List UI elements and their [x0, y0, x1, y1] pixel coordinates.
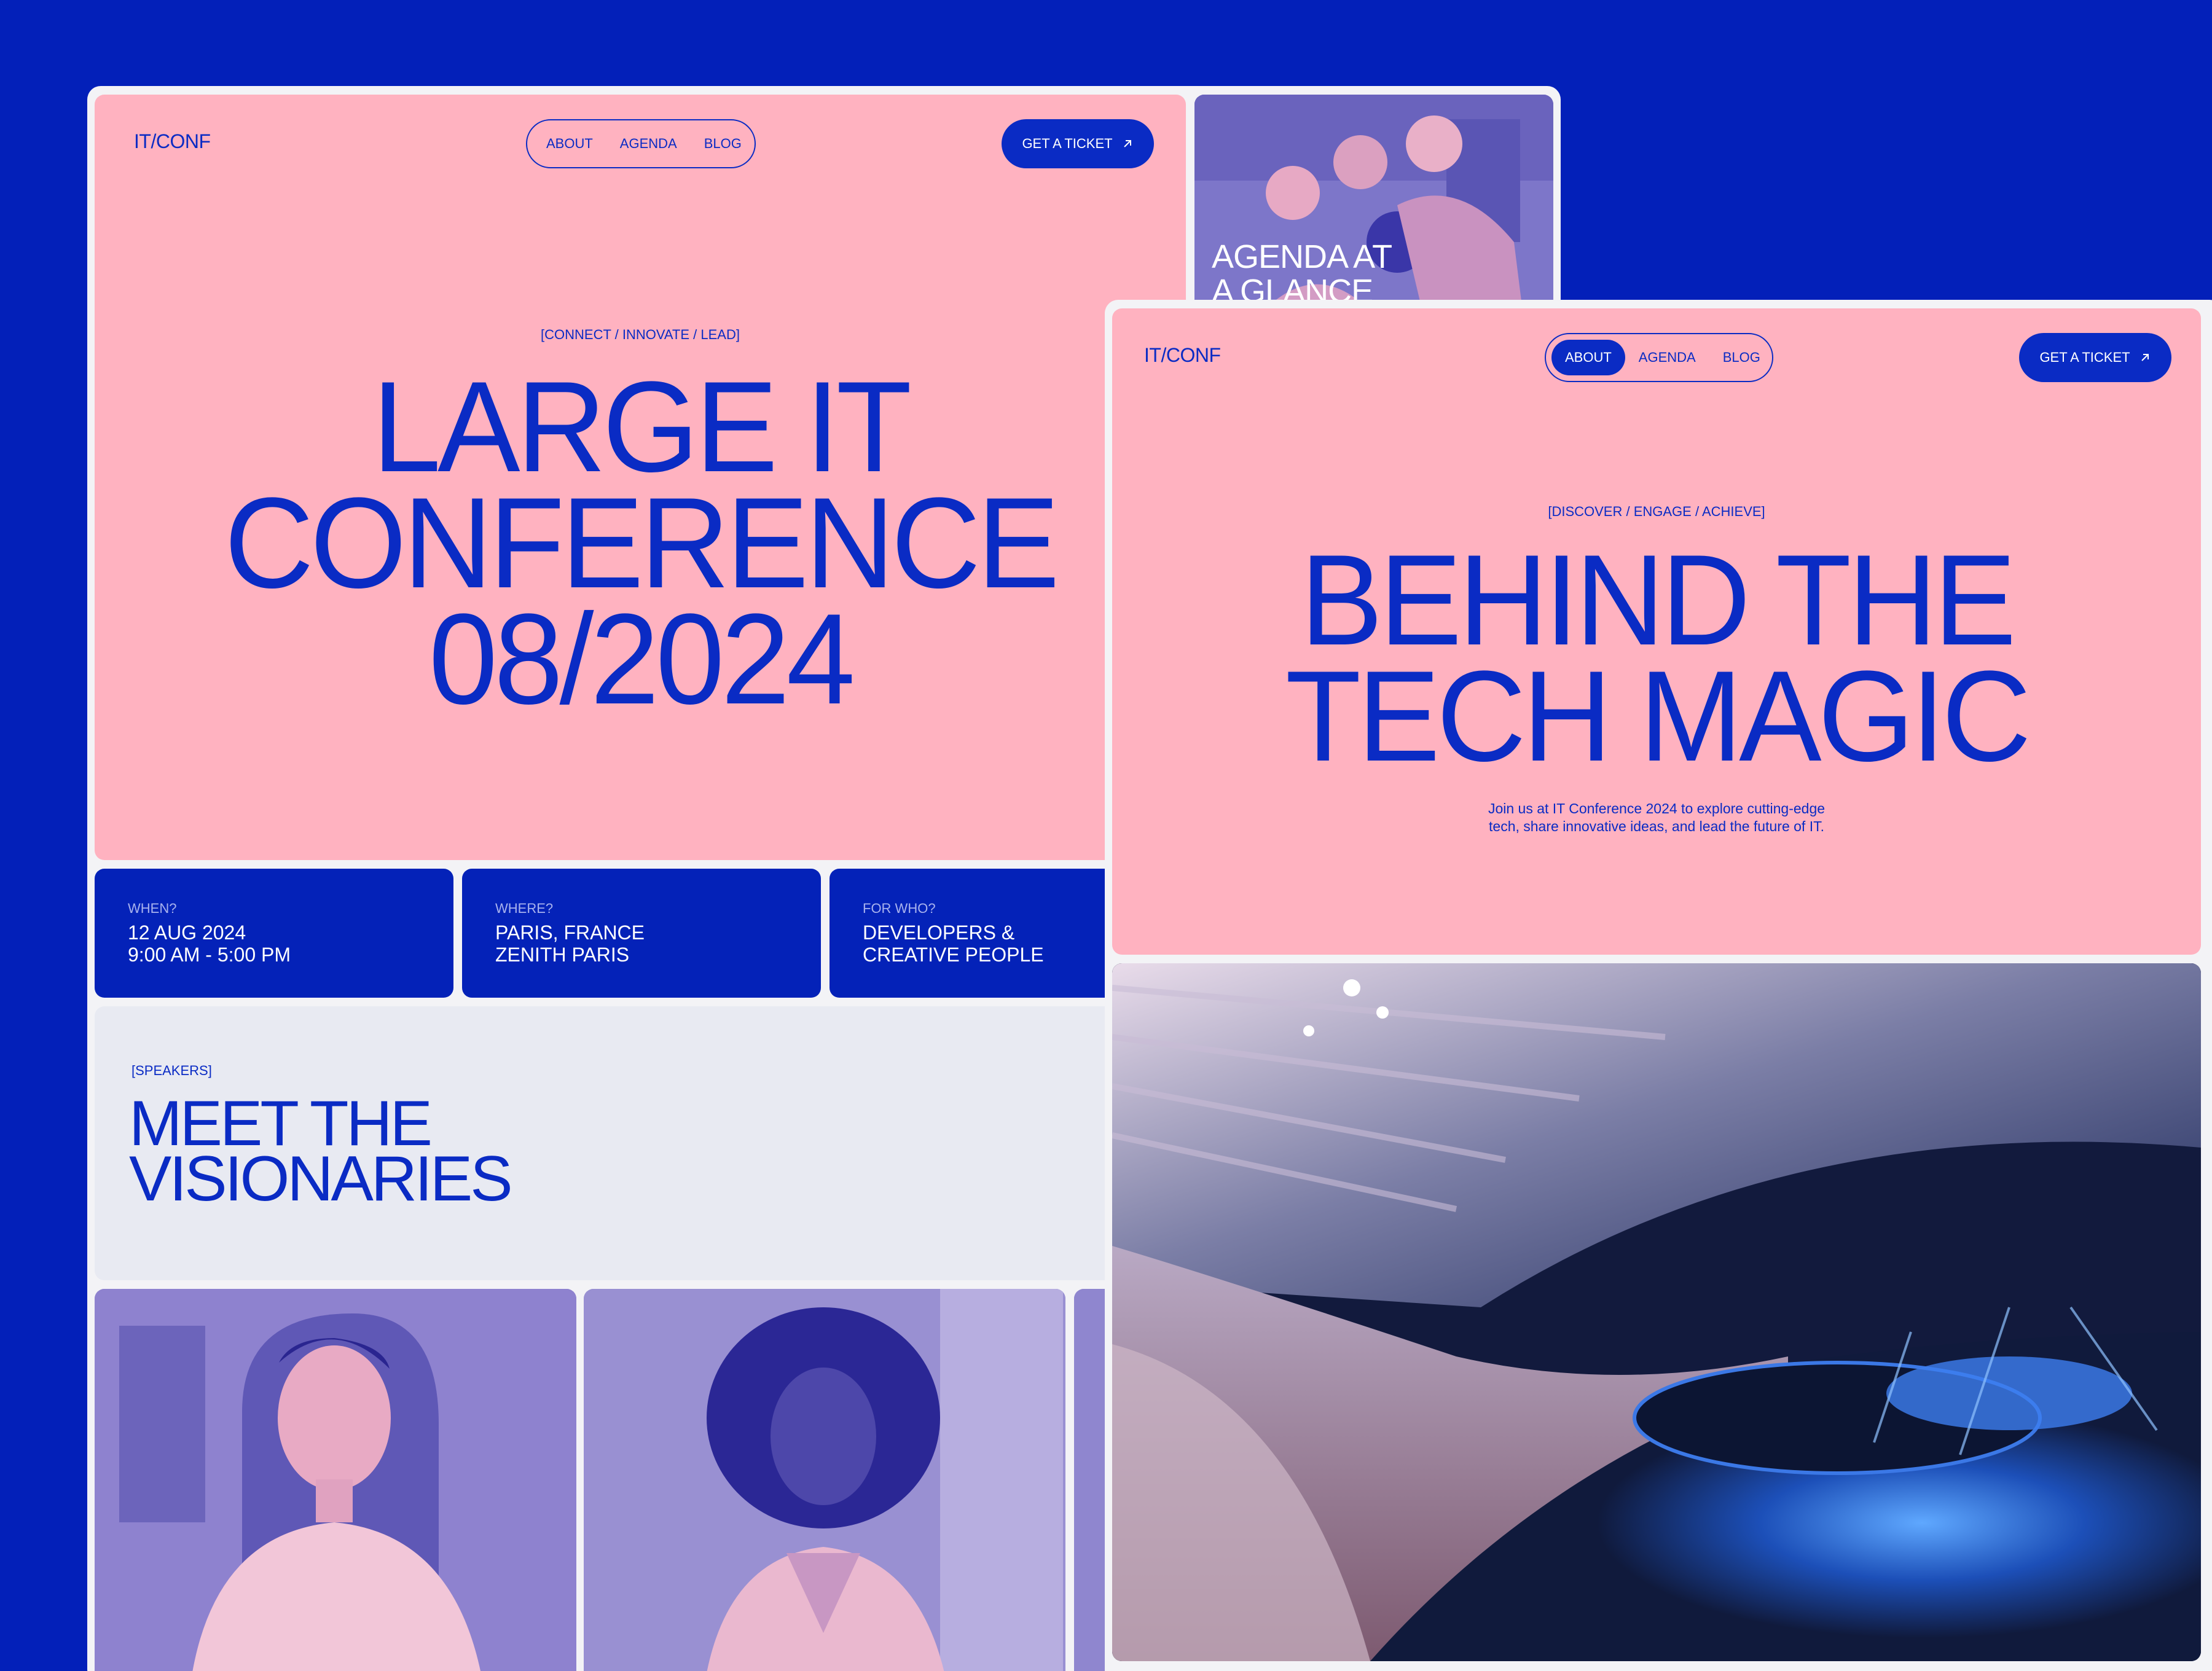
- where-label: WHERE?: [495, 901, 554, 916]
- hero-tagline-b: [DISCOVER / ENGAGE / ACHIEVE]: [1548, 504, 1765, 519]
- audience-line-2: CREATIVE PEOPLE: [863, 944, 1044, 966]
- speaker-portrait-1: [95, 1289, 576, 1671]
- info-card-where: WHERE? PARIS, FRANCE ZENITH PARIS: [462, 869, 821, 998]
- where-venue: ZENITH PARIS: [495, 944, 630, 966]
- nav-blog-b[interactable]: BLOG: [1709, 340, 1774, 375]
- audience-line-1: DEVELOPERS &: [863, 922, 1015, 944]
- arrow-up-right-icon: [1123, 140, 1131, 147]
- arena-photo-card: [1112, 963, 2201, 1661]
- when-value: 12 AUG 2024 9:00 AM - 5:00 PM: [128, 922, 291, 966]
- subtitle-line-2: tech, share innovative ideas, and lead t…: [1489, 818, 1824, 834]
- speaker-photo-1[interactable]: [95, 1289, 576, 1671]
- hero-section-b: IT/CONF ABOUT AGENDA BLOG GET A TICKET […: [1112, 308, 2201, 955]
- site-logo[interactable]: IT/CONF: [134, 130, 211, 153]
- headline-b-line-1: BEHIND THE: [1300, 528, 2016, 672]
- hero-headline: LARGE IT CONFERENCE 08/2024: [117, 354, 1164, 731]
- hero-section: IT/CONF ABOUT AGENDA BLOG GET A TICKET […: [95, 95, 1186, 860]
- audience-label: FOR WHO?: [863, 901, 936, 916]
- info-card-when: WHEN? 12 AUG 2024 9:00 AM - 5:00 PM: [95, 869, 453, 998]
- when-label: WHEN?: [128, 901, 177, 916]
- speakers-title-line-2: VISIONARIES: [129, 1143, 513, 1215]
- where-city: PARIS, FRANCE: [495, 922, 645, 944]
- headline-line-2: CONFERENCE: [224, 471, 1059, 615]
- nav-agenda[interactable]: AGENDA: [606, 126, 691, 162]
- when-time: 9:00 AM - 5:00 PM: [128, 944, 291, 966]
- canvas: { "colors": { "background": "#0320b9", "…: [0, 0, 2212, 1671]
- landing-page-window-b: IT/CONF ABOUT AGENDA BLOG GET A TICKET […: [1105, 300, 2212, 1671]
- arrow-up-right-icon: [2141, 354, 2149, 361]
- speaker-photo-2[interactable]: [584, 1289, 1065, 1671]
- get-ticket-label: GET A TICKET: [1022, 136, 1113, 151]
- main-nav-b: ABOUT AGENDA BLOG: [1545, 333, 1773, 382]
- nav-agenda-b[interactable]: AGENDA: [1625, 340, 1709, 375]
- speaker-portrait-2: [584, 1289, 1065, 1671]
- main-nav: ABOUT AGENDA BLOG: [526, 119, 756, 168]
- get-ticket-button[interactable]: GET A TICKET: [1002, 119, 1154, 168]
- subtitle-line-1: Join us at IT Conference 2024 to explore…: [1488, 800, 1826, 816]
- nav-blog[interactable]: BLOG: [691, 126, 755, 162]
- headline-line-1: LARGE IT: [372, 354, 912, 499]
- hero-subtitle: Join us at IT Conference 2024 to explore…: [1112, 800, 2201, 836]
- arena-photo: [1112, 963, 2201, 1661]
- headline-b-line-2: TECH MAGIC: [1285, 644, 2031, 788]
- hero-headline-b: BEHIND THE TECH MAGIC: [1134, 528, 2179, 788]
- agenda-card-title: AGENDA AT A GLANCE: [1212, 240, 1392, 308]
- when-date: 12 AUG 2024: [128, 922, 246, 944]
- site-logo-b[interactable]: IT/CONF: [1144, 344, 1221, 367]
- nav-about[interactable]: ABOUT: [533, 126, 606, 162]
- hero-tagline: [CONNECT / INNOVATE / LEAD]: [541, 327, 740, 342]
- headline-line-3: 08/2024: [428, 587, 855, 731]
- get-ticket-button-b[interactable]: GET A TICKET: [2019, 333, 2171, 382]
- where-value: PARIS, FRANCE ZENITH PARIS: [495, 922, 645, 966]
- agenda-title-line-1: AGENDA AT: [1212, 238, 1392, 275]
- speakers-tag: [SPEAKERS]: [131, 1063, 212, 1078]
- audience-value: DEVELOPERS & CREATIVE PEOPLE: [863, 922, 1044, 966]
- get-ticket-label-b: GET A TICKET: [2039, 350, 2130, 365]
- speakers-title: MEET THE VISIONARIES: [129, 1092, 513, 1215]
- nav-about-b[interactable]: ABOUT: [1551, 340, 1625, 375]
